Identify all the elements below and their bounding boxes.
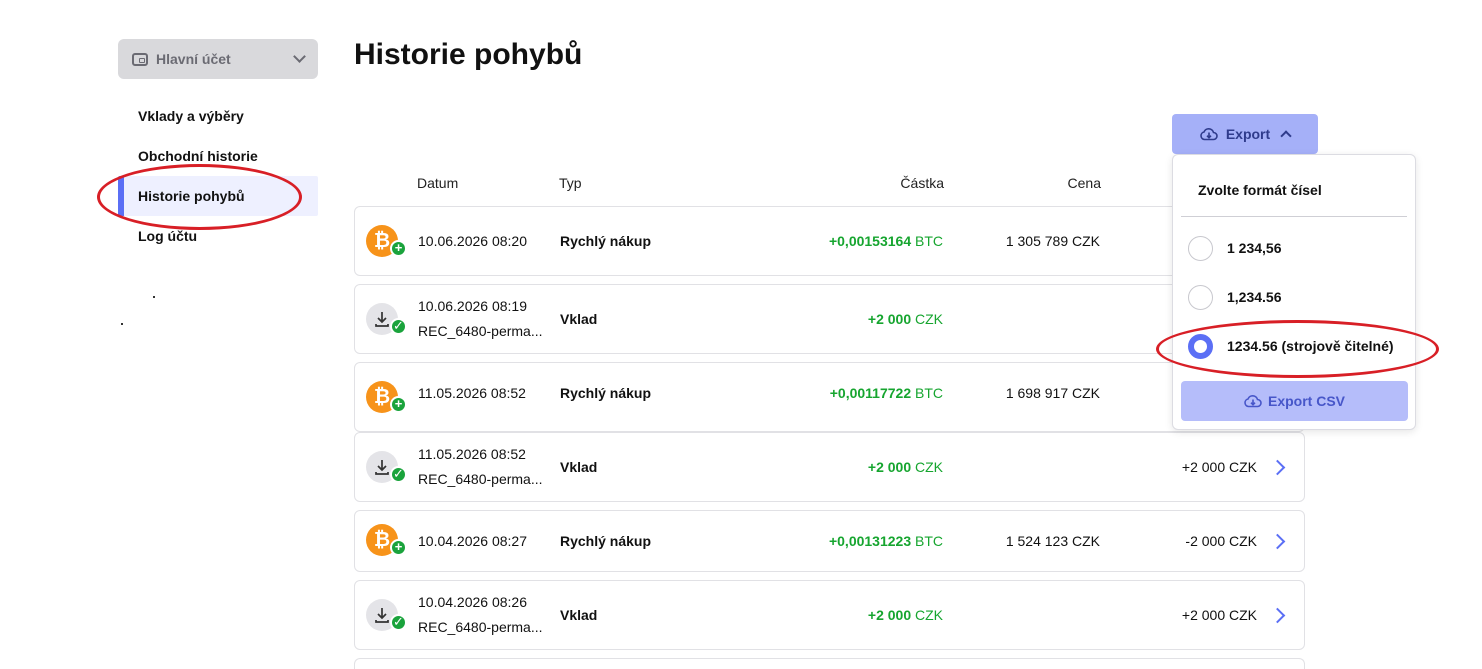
row-type: Vklad [560, 607, 598, 623]
row-amount: +2 000 CZK [867, 311, 943, 327]
check-badge-icon: ✓ [390, 466, 407, 483]
chevron-down-icon [293, 50, 306, 63]
export-csv-button[interactable]: Export CSV [1181, 381, 1408, 421]
chevron-right-icon[interactable] [1269, 533, 1286, 550]
option-label: 1,234.56 [1227, 289, 1282, 305]
export-button[interactable]: Export [1172, 114, 1318, 154]
chevron-up-icon [1280, 130, 1292, 142]
row-type: Rychlý nákup [560, 533, 652, 549]
column-amount: Částka [900, 175, 944, 191]
account-label: Hlavní účet [156, 51, 231, 67]
table-row[interactable]: ₿ + 10.06.2026 08:20 Rychlý nákup +0,001… [354, 206, 1305, 276]
option-label: 1 234,56 [1227, 240, 1282, 256]
row-date: 11.05.2026 08:52 [418, 385, 526, 401]
column-date: Datum [417, 175, 459, 191]
row-type: Vklad [560, 459, 598, 475]
row-date: 11.05.2026 08:52 [418, 446, 526, 462]
row-date: 10.04.2026 08:26 [418, 594, 527, 610]
account-select[interactable]: Hlavní účet [118, 39, 318, 79]
sidebar-item-deposits[interactable]: Vklady a výběry [118, 96, 318, 136]
annotation-ellipse [97, 164, 302, 230]
row-total: +2 000 CZK [1181, 459, 1257, 475]
cloud-download-icon [1200, 127, 1218, 141]
row-reference: REC_6480-perma... [418, 619, 543, 635]
check-badge-icon: ✓ [390, 614, 407, 631]
table-row[interactable]: ✓ 11.05.2026 08:52 REC_6480-perma... Vkl… [354, 432, 1305, 502]
plus-badge-icon: + [390, 539, 407, 556]
row-amount: +0,00131223 BTC [828, 533, 943, 549]
annotation-ellipse [1156, 320, 1439, 378]
table-row[interactable]: ₿ + 11.05.2026 08:52 Rychlý nákup +0,001… [354, 362, 1305, 432]
chevron-right-icon[interactable] [1269, 607, 1286, 624]
dropdown-title: Zvolte formát čísel [1198, 182, 1322, 198]
stray-dot [153, 296, 155, 298]
row-amount: +0,00117722 BTC [829, 385, 943, 401]
table-row[interactable]: ₿ + 10.04.2026 08:27 Rychlý nákup +0,001… [354, 510, 1305, 572]
row-type: Rychlý nákup [560, 385, 652, 401]
table-header: Datum Typ Částka Cena [354, 170, 1304, 196]
column-price: Cena [1067, 175, 1101, 191]
row-date: 10.06.2026 08:19 [418, 298, 527, 314]
row-price: 1 698 917 CZK [1005, 385, 1100, 401]
plus-badge-icon: + [390, 396, 407, 413]
wallet-icon [132, 52, 148, 66]
radio-button[interactable] [1188, 284, 1213, 310]
row-total: -2 000 CZK [1185, 533, 1257, 549]
export-label: Export [1225, 126, 1271, 142]
divider [1181, 216, 1407, 217]
export-dropdown: Zvolte formát čísel 1 234,56 1,234.56 12… [1172, 154, 1416, 430]
plus-badge-icon: + [390, 240, 407, 257]
row-type: Rychlý nákup [560, 233, 652, 249]
row-date: 10.06.2026 08:20 [418, 233, 527, 249]
radio-button[interactable] [1188, 235, 1213, 261]
row-price: 1 305 789 CZK [1005, 233, 1100, 249]
column-type: Typ [559, 175, 582, 191]
row-reference: REC_6480-perma... [418, 323, 543, 339]
page-title: Historie pohybů [354, 38, 583, 71]
chevron-right-icon[interactable] [1269, 459, 1286, 476]
row-amount: +2 000 CZK [867, 607, 943, 623]
row-type: Vklad [560, 311, 598, 327]
row-date: 10.04.2026 08:27 [418, 533, 527, 549]
format-option-comma-dot[interactable]: 1,234.56 [1188, 284, 1408, 310]
cloud-download-icon [1244, 394, 1262, 408]
table-row[interactable] [354, 658, 1305, 669]
row-reference: REC_6480-perma... [418, 471, 543, 487]
row-price: 1 524 123 CZK [1005, 533, 1100, 549]
check-badge-icon: ✓ [390, 318, 407, 335]
row-amount: +0,00153164 BTC [828, 233, 943, 249]
row-total: +2 000 CZK [1181, 607, 1257, 623]
format-option-space-comma[interactable]: 1 234,56 [1188, 235, 1408, 261]
row-amount: +2 000 CZK [867, 459, 943, 475]
export-csv-label: Export CSV [1267, 393, 1345, 409]
table-row[interactable]: ✓ 10.04.2026 08:26 REC_6480-perma... Vkl… [354, 580, 1305, 650]
stray-dot [121, 323, 123, 325]
